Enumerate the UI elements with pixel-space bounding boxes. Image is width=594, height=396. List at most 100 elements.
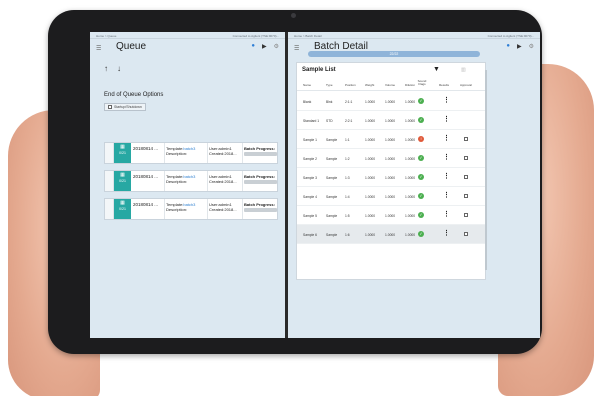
table-row[interactable]: Sample 5 Sample 1:5 1.0000 1.0000 1.0000 ✓ ⋮ (297, 206, 485, 225)
column-separator (164, 171, 165, 191)
sample-type: Sample (326, 214, 338, 218)
move-up-icon[interactable]: ↑ (104, 64, 108, 73)
column-header[interactable]: Volume (385, 83, 395, 87)
drop-icon[interactable]: ● (251, 43, 255, 50)
checkbox-label: Startup/Shutdown (114, 105, 142, 109)
breadcrumb[interactable]: Home > Batch Detail (294, 34, 322, 38)
column-header[interactable]: Name (303, 83, 311, 87)
tablet: Home > Queue Connected to Agilent (TSE:9… (48, 10, 542, 354)
batch-progress-label: Batch Progress: (244, 174, 275, 179)
column-header[interactable]: Approval (460, 83, 472, 87)
column-header[interactable]: Weight (365, 83, 374, 87)
queue-pane: Home > Queue Connected to Agilent (TSE:9… (90, 32, 285, 338)
batch-progress-bar (244, 208, 277, 212)
batch-detail-pane: Home > Batch Detail Connected to Agilent… (288, 32, 540, 338)
column-header[interactable]: Sound Flags (417, 80, 427, 86)
sample-count: 0/21 (119, 207, 126, 211)
created-label: Created:2018... (209, 179, 237, 184)
breadcrumb[interactable]: Home > Queue (96, 34, 116, 38)
queue-card[interactable]: ▦ 0/21 20180814 ... Template:batch3 Descript… (104, 198, 278, 220)
filter-icon[interactable]: ▼ (433, 66, 440, 73)
drag-handle[interactable] (105, 143, 114, 163)
table-row[interactable]: Sample 4 Sample 1:4 1.0000 1.0000 1.0000 ✓ ⋮ (297, 187, 485, 206)
sample-volume: 1.0000 (385, 195, 396, 199)
gear-icon[interactable]: ⚙ (274, 43, 279, 50)
sample-dilution: 1.0000 (405, 233, 416, 237)
drag-handle[interactable] (105, 171, 114, 191)
queue-card[interactable]: ▦ 0/21 20180814 ... Template:batch3 Descript… (104, 170, 278, 192)
batch-progress-label: Batch Progress: (244, 202, 275, 207)
play-icon[interactable]: ▶ (262, 43, 267, 50)
approval-checkbox[interactable] (464, 213, 468, 217)
sample-name: Blank (303, 100, 312, 104)
results-menu-icon[interactable]: ⋮ (443, 192, 450, 199)
description-label: Description: (166, 179, 188, 184)
sample-volume: 1.0000 (385, 176, 396, 180)
sample-weight: 1.0000 (365, 176, 376, 180)
results-menu-icon[interactable]: ⋮ (443, 211, 450, 218)
sample-position: 1:3 (345, 176, 350, 180)
sample-type: Blnk (326, 100, 333, 104)
connection-status: Connected to Agilent (TSE:9070)... (232, 34, 279, 38)
menu-icon[interactable]: ☰ (294, 45, 299, 52)
column-separator (207, 171, 208, 191)
description-label: Description: (166, 207, 188, 212)
calendar-icon: ▦ (120, 200, 125, 206)
connection-status: Connected to Agilent (TSE:9070)... (487, 34, 534, 38)
approval-checkbox[interactable] (464, 175, 468, 179)
scrollbar[interactable] (485, 70, 487, 270)
batch-progress-bar (244, 180, 277, 184)
menu-icon[interactable]: ☰ (96, 45, 101, 52)
column-separator (207, 143, 208, 163)
drag-handle[interactable] (105, 199, 114, 219)
check-status-icon: ✓ (418, 117, 424, 123)
column-header[interactable]: Dilution (405, 83, 415, 87)
approval-checkbox[interactable] (464, 156, 468, 160)
sample-weight: 1.0000 (365, 233, 376, 237)
check-status-icon: ✓ (418, 193, 424, 199)
columns-icon[interactable]: ▥ (461, 67, 466, 73)
approval-checkbox[interactable] (464, 137, 468, 141)
sample-weight: 1.0000 (365, 157, 376, 161)
move-down-icon[interactable]: ↓ (117, 64, 121, 73)
results-menu-icon[interactable]: ⋮ (443, 116, 450, 123)
results-menu-icon[interactable]: ⋮ (443, 230, 450, 237)
sample-count: 0/21 (119, 151, 126, 155)
table-row[interactable]: Sample 2 Sample 1:2 1.0000 1.0000 1.0000 ✓ ⋮ (297, 149, 485, 168)
startup-shutdown-checkbox[interactable]: Startup/Shutdown (104, 103, 146, 111)
table-row[interactable]: Standard 1 STD 2:2:1 1.0000 1.0000 1.0000 ✓ ⋮ (297, 111, 485, 130)
results-menu-icon[interactable]: ⋮ (443, 97, 450, 104)
table-row[interactable]: Sample 1 Sample 1:1 1.0000 1.0000 1.0000! ⋮ (297, 130, 485, 149)
sample-dilution: 1.0000 (405, 176, 416, 180)
check-status-icon: ✓ (418, 98, 424, 104)
table-row[interactable]: Blank Blnk 2:1:1 1.0000 1.0000 1.0000 ✓ ⋮ (297, 92, 485, 111)
gear-icon[interactable]: ⚙ (529, 43, 534, 50)
checkbox-icon[interactable] (108, 105, 112, 109)
results-menu-icon[interactable]: ⋮ (443, 173, 450, 180)
table-row[interactable]: Sample 6 Sample 1:6 1.0000 1.0000 1.0000 ✓ ⋮ (297, 225, 485, 244)
column-header[interactable]: Type (326, 83, 333, 87)
play-icon[interactable]: ▶ (517, 43, 522, 50)
sample-type: Sample (326, 233, 338, 237)
column-header[interactable]: Results (439, 83, 449, 87)
column-separator (207, 199, 208, 219)
column-header[interactable]: Position (345, 83, 356, 87)
results-menu-icon[interactable]: ⋮ (443, 154, 450, 161)
queue-card[interactable]: ▦ 0/21 20180814 ... Template:batch3 Descript… (104, 142, 278, 164)
description-label: Description: (166, 151, 188, 156)
results-menu-icon[interactable]: ⋮ (443, 135, 450, 142)
batch-progress-bar: 22/22 (308, 51, 480, 57)
error-status-icon: ! (418, 136, 424, 142)
approval-checkbox[interactable] (464, 194, 468, 198)
sample-count: 0/21 (119, 179, 126, 183)
drop-icon[interactable]: ● (506, 43, 510, 50)
table-row[interactable]: Sample 3 Sample 1:3 1.0000 1.0000 1.0000 ✓ ⋮ (297, 168, 485, 187)
batch-id: 20180814 ... (133, 146, 159, 151)
top-bar: Home > Queue Connected to Agilent (TSE:9… (90, 32, 285, 39)
camera (291, 13, 296, 18)
sample-count-badge: ▦ 0/21 (114, 143, 131, 163)
approval-checkbox[interactable] (464, 232, 468, 236)
user-info: User:admin1 Created:2018... (209, 174, 237, 184)
sample-dilution: 1.0000 (405, 100, 416, 104)
sample-position: 1:4 (345, 195, 350, 199)
